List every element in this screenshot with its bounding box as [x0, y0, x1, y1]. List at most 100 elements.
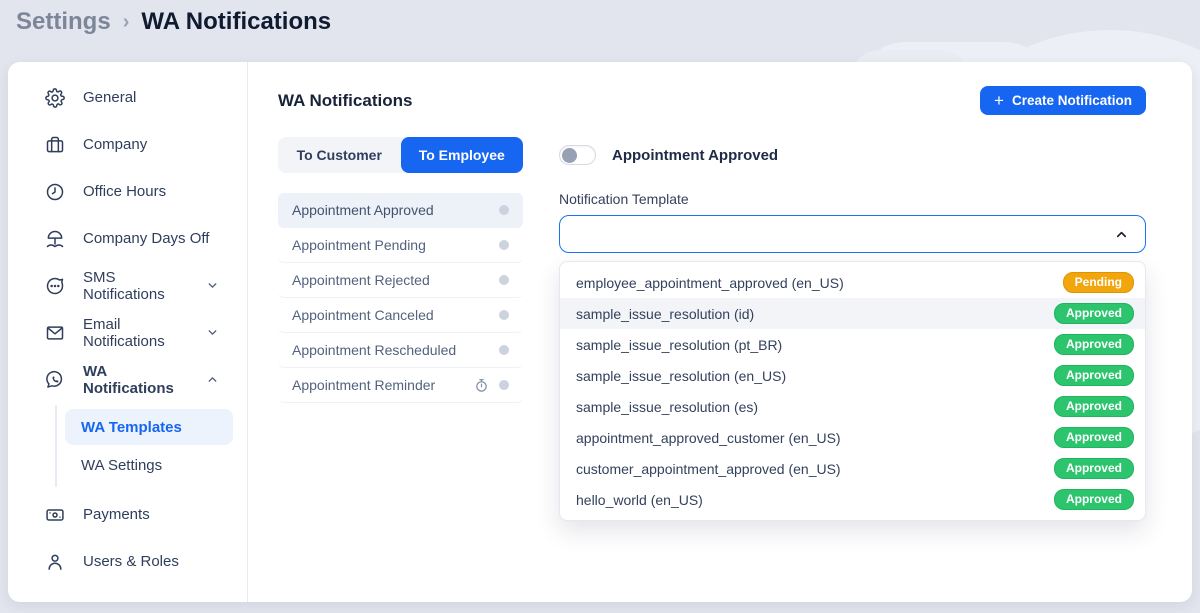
option-label: sample_issue_resolution (id) [576, 306, 1054, 322]
status-badge: Approved [1054, 489, 1134, 510]
sidebar-item-label: Company Days Off [83, 230, 209, 247]
dropdown-option[interactable]: customer_appointment_approved (en_US) Ap… [560, 453, 1145, 484]
audience-tabbar: To Customer To Employee [278, 137, 523, 173]
sidebar-item-payments[interactable]: Payments [8, 491, 247, 538]
option-label: employee_appointment_approved (en_US) [576, 275, 1063, 291]
notification-name: Appointment Approved [612, 147, 778, 164]
wa-notifications-subgroup: WA Templates WA Settings [55, 405, 247, 487]
sidebar-item-sms-notifications[interactable]: SMS Notifications [8, 262, 247, 309]
list-item-label: Appointment Reminder [292, 377, 435, 393]
sidebar-item-label: Users & Roles [83, 553, 179, 570]
sidebar-item-email-notifications[interactable]: Email Notifications [8, 309, 247, 356]
page-title: WA Notifications [141, 8, 331, 36]
sidebar-item-wa-templates[interactable]: WA Templates [65, 409, 233, 445]
sidebar-item-company-days-off[interactable]: Company Days Off [8, 215, 247, 262]
sidebar-item-label: General [83, 89, 136, 106]
list-item-label: Appointment Canceled [292, 307, 434, 323]
template-dropdown-panel: employee_appointment_approved (en_US) Pe… [559, 261, 1146, 521]
dropdown-option[interactable]: appointment_approved_customer (en_US) Ap… [560, 422, 1145, 453]
settings-sidebar: General Company Office Hours Company Day… [8, 62, 248, 602]
enable-toggle-row: Appointment Approved [559, 137, 1146, 173]
plus-icon: + [994, 92, 1004, 109]
envelope-icon [44, 322, 66, 344]
status-dot [499, 310, 509, 320]
list-item-label: Appointment Rejected [292, 272, 430, 288]
status-dot [499, 240, 509, 250]
sidebar-item-label: Office Hours [83, 183, 166, 200]
sidebar-item-general[interactable]: General [8, 74, 247, 121]
clock-icon [44, 181, 66, 203]
dropdown-option[interactable]: hello_world (en_US) Approved [560, 484, 1145, 515]
sidebar-item-label: WA Notifications [83, 363, 189, 397]
chevron-up-icon[interactable] [1114, 227, 1129, 242]
main-panel: WA Notifications + Create Notification T… [248, 62, 1192, 602]
sidebar-item-label: Email Notifications [83, 316, 189, 350]
option-label: sample_issue_resolution (pt_BR) [576, 337, 1054, 353]
create-notification-label: Create Notification [1012, 93, 1132, 108]
enable-toggle[interactable] [559, 145, 596, 165]
status-badge: Approved [1054, 365, 1134, 386]
dropdown-option[interactable]: sample_issue_resolution (id) Approved [560, 298, 1145, 329]
sidebar-item-office-hours[interactable]: Office Hours [8, 168, 247, 215]
status-badge: Pending [1063, 272, 1134, 293]
toggle-knob [562, 148, 577, 163]
tab-to-customer[interactable]: To Customer [278, 137, 401, 173]
notification-type-list: Appointment Approved Appointment Pending… [278, 193, 523, 403]
dropdown-option[interactable]: sample_issue_resolution (en_US) Approved [560, 360, 1145, 391]
user-icon [44, 551, 66, 573]
sidebar-item-label: Company [83, 136, 147, 153]
list-item-appointment-pending[interactable]: Appointment Pending [278, 228, 523, 263]
sidebar-item-label: Payments [83, 506, 150, 523]
status-badge: Approved [1054, 458, 1134, 479]
sidebar-item-wa-notifications[interactable]: WA Notifications [8, 356, 247, 403]
status-dot [499, 380, 509, 390]
option-label: sample_issue_resolution (en_US) [576, 368, 1054, 384]
main-header: WA Notifications + Create Notification [278, 86, 1146, 115]
status-dot [499, 345, 509, 355]
template-select[interactable] [559, 215, 1146, 253]
dropdown-option[interactable]: sample_issue_resolution (pt_BR) Approved [560, 329, 1145, 360]
breadcrumb-settings-link[interactable]: Settings [16, 8, 111, 36]
banknote-icon [44, 504, 66, 526]
breadcrumb: Settings › WA Notifications [16, 8, 331, 36]
gear-icon [44, 87, 66, 109]
status-badge: Approved [1054, 427, 1134, 448]
list-item-appointment-reminder[interactable]: Appointment Reminder [278, 368, 523, 403]
status-badge: Approved [1054, 396, 1134, 417]
briefcase-icon [44, 134, 66, 156]
notification-list-column: To Customer To Employee Appointment Appr… [278, 137, 523, 403]
sidebar-subitem-label: WA Templates [81, 419, 182, 436]
chevron-down-icon [206, 279, 219, 292]
notification-detail-panel: Appointment Approved Notification Templa… [559, 137, 1146, 521]
breadcrumb-separator: › [123, 11, 130, 34]
status-dot [499, 205, 509, 215]
whatsapp-icon [44, 369, 66, 391]
tab-to-employee[interactable]: To Employee [401, 137, 524, 173]
list-item-appointment-canceled[interactable]: Appointment Canceled [278, 298, 523, 333]
section-title: WA Notifications [278, 91, 412, 111]
list-item-appointment-rejected[interactable]: Appointment Rejected [278, 263, 523, 298]
beach-umbrella-icon [44, 228, 66, 250]
sidebar-item-company[interactable]: Company [8, 121, 247, 168]
status-badge: Approved [1054, 334, 1134, 355]
template-field-label: Notification Template [559, 191, 1146, 207]
sidebar-item-wa-settings[interactable]: WA Settings [65, 447, 233, 483]
status-dot [499, 275, 509, 285]
settings-card: General Company Office Hours Company Day… [8, 62, 1192, 602]
stopwatch-icon [474, 378, 489, 393]
list-item-label: Appointment Pending [292, 237, 426, 253]
sidebar-subitem-label: WA Settings [81, 457, 162, 474]
option-label: appointment_approved_customer (en_US) [576, 430, 1054, 446]
chevron-up-icon [206, 373, 219, 386]
create-notification-button[interactable]: + Create Notification [980, 86, 1146, 115]
dropdown-option[interactable]: sample_issue_resolution (es) Approved [560, 391, 1145, 422]
dropdown-option[interactable]: employee_appointment_approved (en_US) Pe… [560, 267, 1145, 298]
option-label: customer_appointment_approved (en_US) [576, 461, 1054, 477]
list-item-appointment-approved[interactable]: Appointment Approved [278, 193, 523, 228]
sidebar-item-label: SMS Notifications [83, 269, 189, 303]
list-item-label: Appointment Approved [292, 202, 434, 218]
status-badge: Approved [1054, 303, 1134, 324]
sidebar-item-users-roles[interactable]: Users & Roles [8, 538, 247, 585]
list-item-appointment-rescheduled[interactable]: Appointment Rescheduled [278, 333, 523, 368]
list-item-label: Appointment Rescheduled [292, 342, 456, 358]
